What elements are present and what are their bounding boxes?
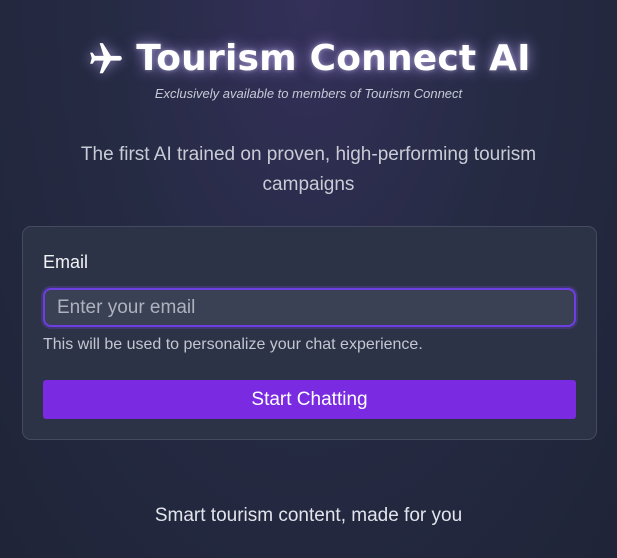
airplane-icon — [86, 39, 126, 79]
tagline: The first AI trained on proven, high-per… — [80, 144, 537, 195]
email-helper-text: This will be used to personalize your ch… — [43, 336, 423, 353]
start-chatting-button[interactable]: Start Chatting — [43, 380, 576, 419]
app-title: Tourism Connect AI — [136, 38, 531, 79]
email-form-card: Email This will be used to personalize y… — [22, 226, 597, 440]
footer-text: Smart tourism content, made for you — [154, 505, 463, 526]
email-label: Email — [43, 252, 89, 272]
app-subtitle: Exclusively available to members of Tour… — [154, 86, 463, 101]
title-row: Tourism Connect AI — [0, 38, 617, 79]
email-input[interactable] — [43, 288, 576, 327]
page-header: Tourism Connect AI Exclusively available… — [0, 0, 617, 110]
